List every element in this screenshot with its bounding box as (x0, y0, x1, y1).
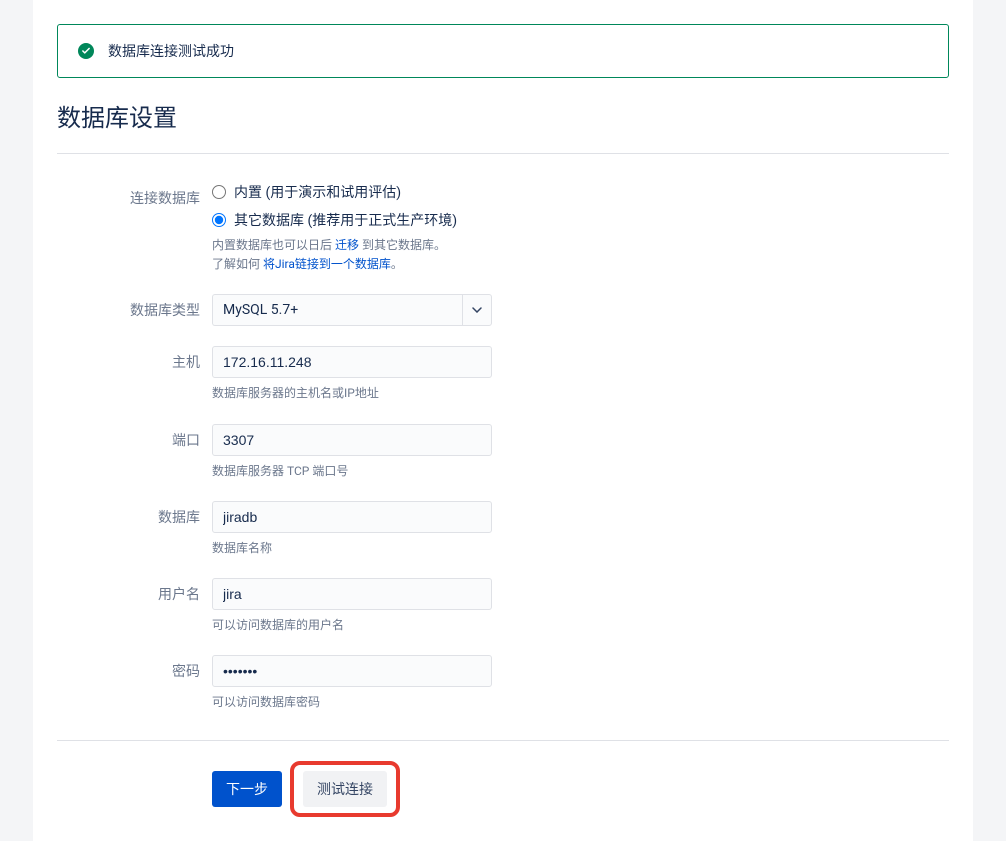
dbtype-control: MySQL 5.7+ (212, 294, 492, 326)
host-input[interactable] (212, 346, 492, 378)
help-line2-suffix: 。 (391, 257, 403, 271)
database-label: 数据库 (57, 501, 212, 558)
port-help: 数据库服务器 TCP 端口号 (212, 462, 492, 481)
page-title: 数据库设置 (57, 98, 949, 133)
button-row: 下一步 测试连接 (57, 761, 949, 817)
success-alert: 数据库连接测试成功 (57, 24, 949, 78)
next-button[interactable]: 下一步 (212, 771, 282, 807)
port-control: 数据库服务器 TCP 端口号 (212, 424, 492, 481)
password-input[interactable] (212, 655, 492, 687)
divider (57, 153, 949, 154)
username-help: 可以访问数据库的用户名 (212, 616, 492, 635)
database-input[interactable] (212, 501, 492, 533)
form-row-database: 数据库 数据库名称 (57, 501, 949, 558)
jira-db-link[interactable]: 将Jira链接到一个数据库 (263, 257, 391, 271)
radio-builtin-label: 内置 (用于演示和试用评估) (234, 182, 401, 202)
form-row-connection: 连接数据库 内置 (用于演示和试用评估) 其它数据库 (推荐用于正式生产环境) … (57, 182, 949, 274)
connection-control: 内置 (用于演示和试用评估) 其它数据库 (推荐用于正式生产环境) 内置数据库也… (212, 182, 457, 274)
form-row-host: 主机 数据库服务器的主机名或IP地址 (57, 346, 949, 403)
highlight-annotation: 测试连接 (290, 761, 400, 817)
test-connection-button[interactable]: 测试连接 (303, 771, 387, 807)
form-row-dbtype: 数据库类型 MySQL 5.7+ (57, 294, 949, 326)
alert-message: 数据库连接测试成功 (108, 41, 234, 61)
help-line2-prefix: 了解如何 (212, 257, 263, 271)
help-line1-suffix: 到其它数据库。 (359, 238, 446, 252)
connection-help: 内置数据库也可以日后 迁移 到其它数据库。 了解如何 将Jira链接到一个数据库… (212, 236, 457, 274)
host-label: 主机 (57, 346, 212, 403)
migrate-link[interactable]: 迁移 (335, 238, 359, 252)
host-control: 数据库服务器的主机名或IP地址 (212, 346, 492, 403)
radio-builtin[interactable]: 内置 (用于演示和试用评估) (212, 182, 457, 202)
password-label: 密码 (57, 655, 212, 712)
dbtype-select[interactable]: MySQL 5.7+ (212, 294, 492, 326)
help-line1-prefix: 内置数据库也可以日后 (212, 238, 335, 252)
password-control: 可以访问数据库密码 (212, 655, 492, 712)
check-circle-icon (78, 43, 94, 59)
chevron-down-icon[interactable] (462, 294, 492, 326)
form-row-port: 端口 数据库服务器 TCP 端口号 (57, 424, 949, 481)
connection-radio-group: 内置 (用于演示和试用评估) 其它数据库 (推荐用于正式生产环境) (212, 182, 457, 230)
username-input[interactable] (212, 578, 492, 610)
dbtype-value: MySQL 5.7+ (212, 294, 462, 326)
radio-external-label: 其它数据库 (推荐用于正式生产环境) (234, 210, 457, 230)
form-row-password: 密码 可以访问数据库密码 (57, 655, 949, 712)
port-input[interactable] (212, 424, 492, 456)
username-control: 可以访问数据库的用户名 (212, 578, 492, 635)
content-panel: 数据库连接测试成功 数据库设置 连接数据库 内置 (用于演示和试用评估) 其它数… (33, 0, 973, 841)
host-help: 数据库服务器的主机名或IP地址 (212, 384, 492, 403)
port-label: 端口 (57, 424, 212, 481)
database-help: 数据库名称 (212, 539, 492, 558)
radio-builtin-input[interactable] (212, 185, 226, 199)
database-control: 数据库名称 (212, 501, 492, 558)
radio-external-input[interactable] (212, 213, 226, 227)
form-row-username: 用户名 可以访问数据库的用户名 (57, 578, 949, 635)
username-label: 用户名 (57, 578, 212, 635)
bottom-divider (57, 740, 949, 741)
password-help: 可以访问数据库密码 (212, 693, 492, 712)
connection-label: 连接数据库 (57, 182, 212, 274)
radio-external[interactable]: 其它数据库 (推荐用于正式生产环境) (212, 210, 457, 230)
dbtype-label: 数据库类型 (57, 294, 212, 326)
